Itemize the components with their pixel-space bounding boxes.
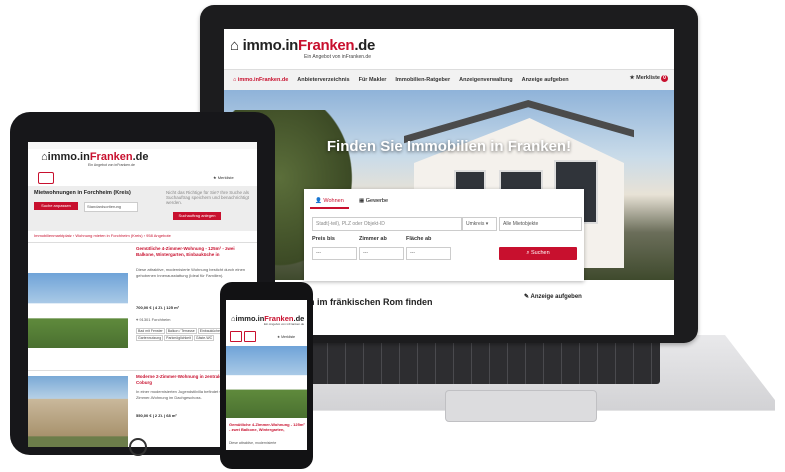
status-bar <box>28 142 257 149</box>
radius-value: Umkreis <box>466 221 485 227</box>
nav-home[interactable]: ⌂ immo.inFranken.de <box>233 77 288 83</box>
nav-anzeigenverwaltung[interactable]: Anzeigenverwaltung <box>459 77 512 83</box>
listing-tag: Einbauküche <box>197 328 222 334</box>
tab-wohnen-label: Wohnen <box>323 198 344 204</box>
section-title: en im fränkischen Rom finden <box>304 297 433 307</box>
logo-subline: Ein Angebot von inFranken.de <box>88 163 135 167</box>
listing-area: 125 m² <box>166 305 179 310</box>
listing-title[interactable]: Gemütliche 4-Zimmer-Wohnung - 125m² - zw… <box>229 422 305 432</box>
site-header: ⌂ immo.inFranken.de Ein Angebot von inFr… <box>224 29 674 69</box>
laptop-touchpad <box>445 390 597 422</box>
nav-home-label: immo.inFranken.de <box>237 77 289 83</box>
main-nav: ⌂ immo.inFranken.de Anbieterverzeichnis … <box>224 69 674 91</box>
area-select[interactable]: --- <box>406 247 451 260</box>
save-search-button[interactable]: Suchauftrag anlegen <box>173 212 221 220</box>
area-label: Fläche ab <box>406 236 432 242</box>
radius-select[interactable]: Umkreis ▾ <box>462 217 497 231</box>
logo-text: immo.in <box>242 37 299 54</box>
logo-text: immo.in <box>235 314 265 323</box>
listing-image[interactable] <box>28 376 128 447</box>
results-heading: Mietwohnungen in Forchheim (Kreis) <box>34 190 131 196</box>
merkliste-button[interactable]: ★ Merkliste 0 <box>630 75 668 82</box>
menu-button[interactable] <box>230 331 242 342</box>
price-select[interactable]: --- <box>312 247 357 260</box>
save-search-hint: Nicht das Richtige für Sie? Ihre Suche a… <box>166 190 250 205</box>
listing-image[interactable] <box>226 346 307 418</box>
listing-tag: Balkon / Terrasse <box>165 328 197 334</box>
listing-rooms: 2 Zi. <box>154 413 163 418</box>
listing-title[interactable]: Gemütliche 4-Zimmer-Wohnung - 125m² - zw… <box>136 246 251 258</box>
merkliste-count: 0 <box>661 75 668 82</box>
listing-tag: Parkmöglichkeit <box>164 335 193 341</box>
merkliste-button[interactable]: ★ Merkliste <box>277 335 295 339</box>
nav-fuer-makler[interactable]: Für Makler <box>359 77 387 83</box>
tab-gewerbe-label: Gewerbe <box>365 198 389 204</box>
listing-text: Diese attraktive, modernisierte Wohnung … <box>136 267 246 278</box>
nav-ratgeber[interactable]: Immobilien-Ratgeber <box>395 77 450 83</box>
rooms-label: Zimmer ab <box>359 236 387 242</box>
search-adjust-button[interactable]: Suche anpassen <box>34 202 78 210</box>
home-icon: ⌂ <box>41 151 48 163</box>
sort-select[interactable]: Standardsortierung <box>84 202 138 212</box>
tablet-home-button[interactable] <box>129 438 147 456</box>
listing-tag: Gäste-WC <box>193 335 215 341</box>
menu-button[interactable] <box>38 172 54 184</box>
logo-brand: Franken <box>298 37 355 54</box>
logo-subline: Ein Angebot von inFranken.de <box>304 54 371 60</box>
merkliste-label: Merkliste <box>636 75 660 81</box>
listing-rooms: 4 Zi. <box>154 305 163 310</box>
hero-title: Finden Sie Immobilien in Franken! <box>326 138 572 155</box>
search-icon[interactable] <box>244 331 256 342</box>
tab-wohnen[interactable]: 👤 Wohnen <box>310 195 349 209</box>
listing-location-label: 91301 Forchheim <box>139 317 171 322</box>
building-icon: ▦ <box>359 198 366 204</box>
search-button[interactable]: ⌕ Suchen <box>499 247 577 260</box>
logo-subline: Ein Angebot von inFranken.de <box>264 322 305 326</box>
merkliste-label: Merkliste <box>217 175 234 180</box>
listing-area: 68 m² <box>166 413 177 418</box>
tablet-logo[interactable]: ⌂immo.inFranken.de <box>41 151 149 163</box>
merkliste-label: Merkliste <box>281 335 296 339</box>
nav-anbieterverzeichnis[interactable]: Anbieterverzeichnis <box>297 77 349 83</box>
tab-gewerbe[interactable]: ▦ Gewerbe <box>354 195 393 207</box>
search-button-label: Suchen <box>530 250 550 256</box>
logo-tld: .de <box>132 151 149 163</box>
nav-anzeige-aufgeben[interactable]: Anzeige aufgeben <box>522 77 569 83</box>
anzeige-aufgeben-link[interactable]: ✎ Anzeige aufgeben <box>524 293 582 300</box>
price-label: Preis bis <box>312 236 335 242</box>
location-input[interactable]: Stadt(-teil), PLZ oder Objekt-ID <box>312 217 462 231</box>
type-value: Alle Mietobjekte <box>503 221 539 227</box>
logo-tld: .de <box>354 37 376 54</box>
merkliste-button[interactable]: ★ Merkliste <box>213 175 234 180</box>
anzeige-aufgeben-label: Anzeige aufgeben <box>530 294 582 300</box>
listing-tag: Bad mit Fenster <box>136 328 165 334</box>
listing-text: Diese attraktive, modernisierte <box>229 441 277 445</box>
home-icon: ⌂ <box>230 37 239 54</box>
rooms-select[interactable]: --- <box>359 247 404 260</box>
laptop-keyboard <box>310 340 660 384</box>
search-panel: 👤 Wohnen ▦ Gewerbe Stadt(-teil), PLZ ode… <box>304 189 584 281</box>
phone-screen: ⌂immo.inFranken.de Ein Angebot von inFra… <box>226 300 307 450</box>
site-logo[interactable]: ⌂ immo.inFranken.de <box>230 37 375 54</box>
listing-tag: Gartennutzung <box>136 335 164 341</box>
breadcrumb[interactable]: Immobilienmarktplatz › Wohnung mieten in… <box>34 233 171 238</box>
listing-image[interactable] <box>28 273 128 348</box>
logo-text: immo.in <box>47 151 90 163</box>
type-select[interactable]: Alle Mietobjekte <box>499 217 582 231</box>
listing-price: 700,00 € <box>136 305 152 310</box>
listing-price: 550,00 € <box>136 413 152 418</box>
logo-brand: Franken <box>89 151 133 163</box>
